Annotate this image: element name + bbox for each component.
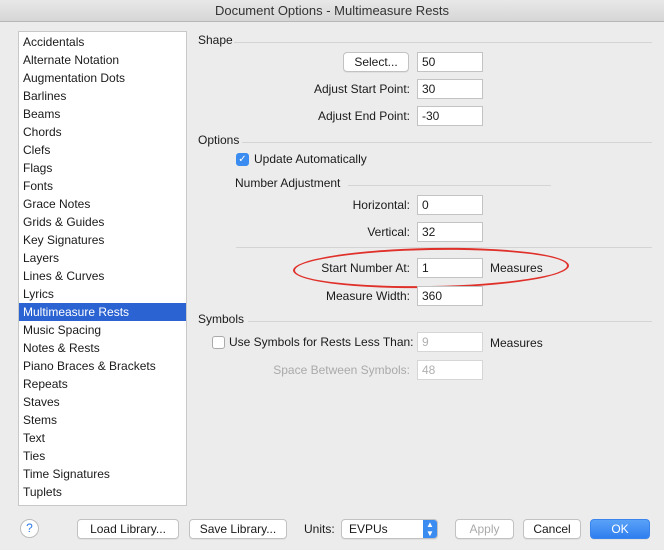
- update-automatically-label: Update Automatically: [254, 152, 367, 166]
- sidebar-item-piano-braces-brackets[interactable]: Piano Braces & Brackets: [19, 357, 186, 375]
- shape-section-title: Shape: [198, 33, 233, 47]
- sidebar-item-grace-notes[interactable]: Grace Notes: [19, 195, 186, 213]
- sidebar-item-chords[interactable]: Chords: [19, 123, 186, 141]
- symbols-section-title: Symbols: [198, 312, 245, 326]
- shape-id-field[interactable]: 50: [417, 52, 483, 72]
- horizontal-label: Horizontal:: [352, 198, 410, 212]
- measure-width-label: Measure Width:: [325, 289, 410, 303]
- sidebar-item-layers[interactable]: Layers: [19, 249, 186, 267]
- sidebar-item-grids-guides[interactable]: Grids & Guides: [19, 213, 186, 231]
- divider: [242, 142, 652, 143]
- options-section-title: Options: [198, 133, 240, 147]
- horizontal-field[interactable]: 0: [417, 195, 483, 215]
- sidebar-item-lines-curves[interactable]: Lines & Curves: [19, 267, 186, 285]
- sidebar-item-accidentals[interactable]: Accidentals: [19, 33, 186, 51]
- checkbox-box: [212, 335, 225, 349]
- sidebar-item-fonts[interactable]: Fonts: [19, 177, 186, 195]
- sidebar-item-barlines[interactable]: Barlines: [19, 87, 186, 105]
- sidebar-item-key-signatures[interactable]: Key Signatures: [19, 231, 186, 249]
- adjust-start-label: Adjust Start Point:: [313, 82, 410, 96]
- chevron-updown-icon: ▲ ▼: [423, 520, 437, 538]
- vertical-field[interactable]: 32: [417, 222, 483, 242]
- highlight-ellipse: [292, 245, 570, 291]
- sidebar-item-lyrics[interactable]: Lyrics: [19, 285, 186, 303]
- checkmark-icon: ✓: [236, 152, 249, 166]
- vertical-label: Vertical:: [367, 225, 410, 239]
- units-label: Units:: [304, 522, 335, 536]
- use-symbols-field[interactable]: 9: [417, 332, 483, 352]
- units-select[interactable]: EVPUs ▲ ▼: [341, 519, 438, 539]
- sidebar-item-time-signatures[interactable]: Time Signatures: [19, 465, 186, 483]
- sidebar-item-ties[interactable]: Ties: [19, 447, 186, 465]
- sidebar-item-tuplets[interactable]: Tuplets: [19, 483, 186, 501]
- sidebar-item-notes-rests[interactable]: Notes & Rests: [19, 339, 186, 357]
- divider: [248, 321, 652, 322]
- sidebar-item-staves[interactable]: Staves: [19, 393, 186, 411]
- divider: [234, 42, 652, 43]
- sidebar-item-stems[interactable]: Stems: [19, 411, 186, 429]
- apply-button[interactable]: Apply: [455, 519, 514, 539]
- divider: [348, 185, 551, 186]
- space-between-label: Space Between Symbols:: [273, 363, 410, 377]
- sidebar-item-text[interactable]: Text: [19, 429, 186, 447]
- sidebar-item-repeats[interactable]: Repeats: [19, 375, 186, 393]
- sidebar-item-beams[interactable]: Beams: [19, 105, 186, 123]
- load-library-button[interactable]: Load Library...: [77, 519, 179, 539]
- window-title: Document Options - Multimeasure Rests: [0, 0, 664, 22]
- units-value: EVPUs: [349, 522, 388, 536]
- use-symbols-unit: Measures: [490, 336, 543, 350]
- sidebar-item-alternate-notation[interactable]: Alternate Notation: [19, 51, 186, 69]
- save-library-button[interactable]: Save Library...: [189, 519, 287, 539]
- category-list[interactable]: Accidentals Alternate Notation Augmentatio…: [18, 31, 187, 506]
- adjust-end-label: Adjust End Point:: [317, 109, 410, 123]
- select-shape-button[interactable]: Select...: [343, 52, 409, 72]
- adjust-end-field[interactable]: -30: [417, 106, 483, 126]
- sidebar-item-augmentation-dots[interactable]: Augmentation Dots: [19, 69, 186, 87]
- help-icon[interactable]: ?: [20, 519, 39, 538]
- sidebar-item-music-spacing[interactable]: Music Spacing: [19, 321, 186, 339]
- cancel-button[interactable]: Cancel: [523, 519, 581, 539]
- space-between-field[interactable]: 48: [417, 360, 483, 380]
- sidebar-item-multimeasure-rests[interactable]: Multimeasure Rests: [19, 303, 186, 321]
- update-automatically-checkbox[interactable]: ✓ Update Automatically: [236, 152, 367, 166]
- number-adjustment-title: Number Adjustment: [235, 176, 341, 190]
- sidebar-item-clefs[interactable]: Clefs: [19, 141, 186, 159]
- use-symbols-label: Use Symbols for Rests Less Than:: [229, 335, 414, 349]
- adjust-start-field[interactable]: 30: [417, 79, 483, 99]
- sidebar-item-flags[interactable]: Flags: [19, 159, 186, 177]
- use-symbols-checkbox[interactable]: Use Symbols for Rests Less Than:: [212, 335, 414, 349]
- measure-width-field[interactable]: 360: [417, 286, 483, 306]
- ok-button[interactable]: OK: [590, 519, 650, 539]
